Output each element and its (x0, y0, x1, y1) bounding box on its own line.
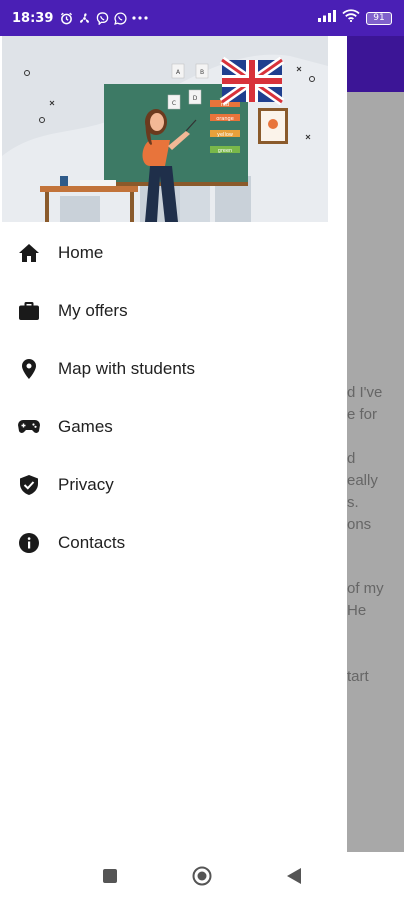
battery-icon: 91 (366, 11, 392, 25)
menu-label: Games (58, 417, 113, 436)
home-button[interactable] (191, 865, 213, 887)
wifi-icon (342, 9, 360, 27)
shield-check-icon (18, 474, 40, 496)
home-icon (18, 242, 40, 264)
menu-item-map-with-students[interactable]: Map with students (0, 340, 347, 398)
board-word: green (218, 148, 232, 154)
background-text-line: s. (347, 494, 359, 511)
card-letter: B (200, 69, 204, 76)
whatsapp-icon (113, 11, 127, 25)
recent-apps-button[interactable] (99, 865, 121, 887)
card-letter: C (172, 100, 176, 107)
menu-item-home[interactable]: Home (0, 224, 347, 282)
background-text-line: ons (347, 516, 372, 533)
background-text-line: d I've (347, 384, 383, 401)
status-notification-icons (59, 11, 149, 25)
status-bar: 18:39 91 (0, 0, 404, 36)
teacher-illustration: red orange yellow green A B C D (0, 36, 347, 224)
menu-item-my-offers[interactable]: My offers (0, 282, 347, 340)
gamepad-icon (18, 416, 40, 438)
menu-label: Home (58, 243, 104, 262)
background-app-toolbar (347, 36, 404, 92)
background-text-line: of my (347, 580, 384, 597)
board-word: orange (216, 116, 234, 122)
menu-label: Contacts (58, 533, 126, 552)
menu-item-games[interactable]: Games (0, 398, 347, 456)
menu-label: My offers (58, 301, 128, 320)
background-text-line: eally (347, 472, 378, 489)
background-text-line: He (347, 602, 367, 619)
navigation-drawer: red orange yellow green A B C D Home My … (0, 36, 347, 852)
uk-flag-icon (219, 56, 285, 106)
menu-label: Privacy (58, 475, 114, 494)
info-icon (18, 532, 40, 554)
status-time: 18:39 (12, 10, 54, 26)
board-word: yellow (217, 132, 233, 138)
location-pin-icon (18, 358, 40, 380)
signal-icon (318, 9, 336, 27)
fan-icon (77, 11, 91, 25)
drawer-header-illustration: red orange yellow green A B C D (0, 36, 347, 224)
background-text-line: tart (347, 668, 369, 685)
card-letter: D (193, 95, 198, 102)
briefcase-icon (18, 300, 40, 322)
more-dots-icon (131, 11, 149, 25)
background-app-scrim[interactable]: d I've e for d eally s. ons of my He tar… (347, 36, 404, 852)
menu-item-contacts[interactable]: Contacts (0, 514, 347, 572)
drawer-menu: Home My offers Map with students Games P… (0, 224, 347, 572)
circle-icon (192, 866, 212, 886)
alarm-icon (59, 11, 73, 25)
menu-item-privacy[interactable]: Privacy (0, 456, 347, 514)
background-text-line: d (347, 450, 356, 467)
system-nav-bar (0, 852, 404, 900)
status-system-icons: 91 (318, 9, 392, 27)
viber-icon (95, 11, 109, 25)
background-text-line: e for (347, 406, 378, 423)
square-icon (103, 869, 117, 883)
back-button[interactable] (283, 865, 305, 887)
triangle-back-icon (287, 868, 301, 884)
menu-label: Map with students (58, 359, 196, 378)
